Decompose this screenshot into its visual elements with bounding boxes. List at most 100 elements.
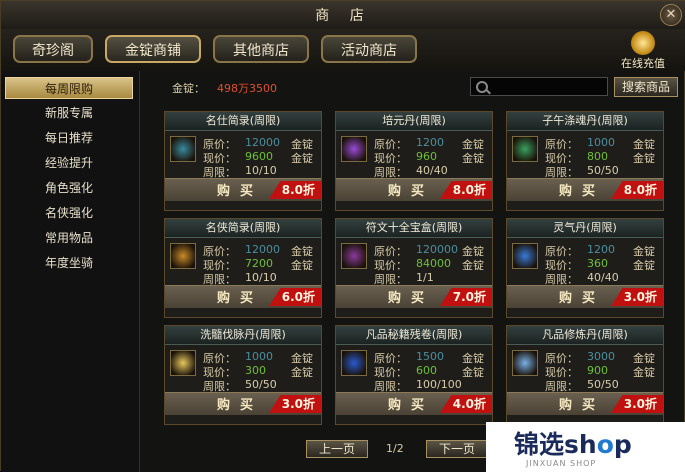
buy-button[interactable]: 购买 — [559, 287, 605, 306]
buy-bar: 购买 8.0折 — [507, 178, 663, 201]
gold-coin-icon — [631, 31, 655, 55]
original-price: 1000 — [587, 136, 615, 149]
orb-icon[interactable] — [512, 350, 538, 376]
original-price: 12000 — [245, 136, 280, 149]
buy-bar: 购买 6.0折 — [165, 285, 321, 308]
recharge-label: 在线充值 — [621, 57, 665, 70]
watermark-brand: 锦选shop — [514, 430, 632, 459]
current-price: 300 — [245, 364, 266, 377]
item-name: 凡品秘籍残卷(周限) — [336, 326, 492, 345]
weekly-limit: 40/40 — [416, 164, 448, 177]
buy-button[interactable]: 购买 — [388, 394, 434, 413]
sidebar-item-annual-mount[interactable]: 年度坐骑 — [5, 252, 133, 274]
green-pill-icon[interactable] — [512, 136, 538, 162]
page-indicator: 1/2 — [386, 442, 404, 455]
sidebar-item-daily-recommend[interactable]: 每日推荐 — [5, 127, 133, 149]
buy-bar: 购买 8.0折 — [336, 178, 492, 201]
original-price: 3000 — [587, 350, 615, 363]
original-price: 1500 — [416, 350, 444, 363]
buy-button[interactable]: 购买 — [559, 394, 605, 413]
close-icon[interactable]: ✕ — [660, 4, 682, 26]
blue-book-icon[interactable] — [341, 350, 367, 376]
weekly-limit: 50/50 — [587, 378, 619, 391]
buy-button[interactable]: 购买 — [388, 287, 434, 306]
gold-pill-icon[interactable] — [170, 350, 196, 376]
sidebar-item-exp-boost[interactable]: 经验提升 — [5, 152, 133, 174]
item-name: 洗髓伐脉丹(周限) — [165, 326, 321, 345]
discount-badge: 7.0折 — [440, 288, 492, 306]
tab-event-shop[interactable]: 活动商店 — [321, 35, 417, 63]
shop-tabs: 奇珍阁 金锭商铺 其他商店 活动商店 — [1, 29, 685, 71]
search-icon — [476, 81, 488, 93]
buy-bar: 购买 7.0折 — [336, 285, 492, 308]
search-button[interactable]: 搜索商品 — [614, 77, 678, 97]
buy-button[interactable]: 购买 — [388, 180, 434, 199]
buy-button[interactable]: 购买 — [217, 180, 263, 199]
current-price: 960 — [416, 150, 437, 163]
search-box[interactable] — [470, 77, 608, 96]
blue-pill-icon[interactable] — [512, 243, 538, 269]
chest-icon[interactable] — [341, 243, 367, 269]
buy-bar: 购买 4.0折 — [336, 392, 492, 415]
buy-button[interactable]: 购买 — [559, 180, 605, 199]
current-price: 84000 — [416, 257, 451, 270]
next-page-button[interactable]: 下一页 — [426, 440, 488, 458]
sidebar-item-common-items[interactable]: 常用物品 — [5, 227, 133, 249]
weekly-limit: 50/50 — [587, 164, 619, 177]
original-price: 120000 — [416, 243, 458, 256]
discount-badge: 4.0折 — [440, 395, 492, 413]
book-icon[interactable] — [170, 136, 196, 162]
discount-badge: 6.0折 — [269, 288, 321, 306]
sidebar-item-weekly-limited[interactable]: 每周限购 — [5, 77, 133, 99]
tab-other-shops[interactable]: 其他商店 — [213, 35, 309, 63]
original-price: 12000 — [245, 243, 280, 256]
window-title: 商 店 — [315, 8, 372, 24]
recharge-button[interactable]: 在线充值 — [613, 31, 673, 70]
buy-button[interactable]: 购买 — [217, 394, 263, 413]
scroll-icon[interactable] — [170, 243, 196, 269]
original-price: 1200 — [587, 243, 615, 256]
tab-treasure-pavilion[interactable]: 奇珍阁 — [13, 35, 93, 63]
original-price: 1000 — [245, 350, 273, 363]
current-price: 9600 — [245, 150, 273, 163]
weekly-limit: 1/1 — [416, 271, 434, 284]
item-card: 凡品修炼丹(周限) 原价： 3000 金锭 现价： 900 金锭 周限： 50/50 购买 3.0折 — [506, 325, 664, 425]
item-card: 子午涤魂丹(周限) 原价： 1000 金锭 现价： 800 金锭 周限： 50/50 购买 8.0折 — [506, 111, 664, 211]
sidebar-item-character-enhance[interactable]: 角色强化 — [5, 177, 133, 199]
item-card: 名侠简录(周限) 原价： 12000 金锭 现价： 7200 金锭 周限： 10/10 购买 6.0… — [164, 218, 322, 318]
discount-badge: 3.0折 — [611, 288, 663, 306]
current-price: 7200 — [245, 257, 273, 270]
item-name: 凡品修炼丹(周限) — [507, 326, 663, 345]
category-sidebar: 每周限购 新服专属 每日推荐 经验提升 角色强化 名侠强化 常用物品 年度坐骑 — [1, 71, 140, 472]
prev-page-button[interactable]: 上一页 — [306, 440, 368, 458]
shop-window: 商 店 ✕ 奇珍阁 金锭商铺 其他商店 活动商店 在线充值 每周限购 新服专属 … — [0, 0, 685, 472]
weekly-limit: 10/10 — [245, 271, 277, 284]
current-price: 360 — [587, 257, 608, 270]
item-card: 灵气丹(周限) 原价： 1200 金锭 现价： 360 金锭 周限： 40/40 购买 3.0折 — [506, 218, 664, 318]
sidebar-item-new-server[interactable]: 新服专属 — [5, 102, 133, 124]
weekly-limit: 50/50 — [245, 378, 277, 391]
sidebar-item-hero-enhance[interactable]: 名侠强化 — [5, 202, 133, 224]
weekly-limit: 10/10 — [245, 164, 277, 177]
original-price: 1200 — [416, 136, 444, 149]
item-name: 符文十全宝盒(周限) — [336, 219, 492, 238]
item-card: 洗髓伐脉丹(周限) 原价： 1000 金锭 现价： 300 金锭 周限： 50/50 购买 3.0折 — [164, 325, 322, 425]
discount-badge: 3.0折 — [269, 395, 321, 413]
title-bar: 商 店 ✕ — [1, 1, 685, 30]
discount-badge: 8.0折 — [611, 181, 663, 199]
buy-bar: 购买 3.0折 — [507, 392, 663, 415]
weekly-limit: 40/40 — [587, 271, 619, 284]
purple-pill-icon[interactable] — [341, 136, 367, 162]
buy-bar: 购买 3.0折 — [507, 285, 663, 308]
item-name: 子午涤魂丹(周限) — [507, 112, 663, 131]
discount-badge: 3.0折 — [611, 395, 663, 413]
current-price: 600 — [416, 364, 437, 377]
item-name: 灵气丹(周限) — [507, 219, 663, 238]
tab-gold-ingot-shop[interactable]: 金锭商铺 — [105, 35, 201, 63]
balance-value: 498万3500 — [217, 82, 277, 95]
weekly-limit: 100/100 — [416, 378, 462, 391]
buy-button[interactable]: 购买 — [217, 287, 263, 306]
watermark-sub: JINXUAN SHOP — [526, 459, 597, 468]
search-input[interactable] — [491, 79, 607, 95]
item-card: 名仕简录(周限) 原价： 12000 金锭 现价： 9600 金锭 周限： 10/10 购买 8.0… — [164, 111, 322, 211]
